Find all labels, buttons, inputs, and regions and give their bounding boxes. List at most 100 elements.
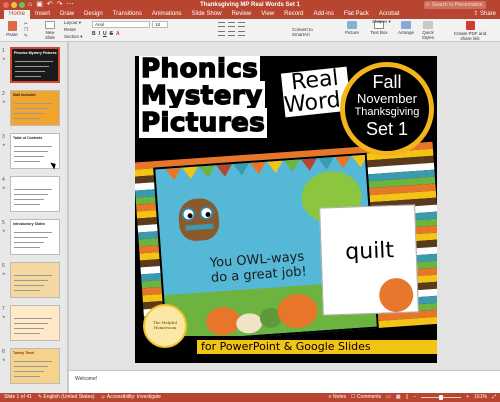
zoom-level[interactable]: 161%: [474, 393, 487, 402]
bullets-icon[interactable]: [218, 22, 225, 27]
bunting-flag: [182, 166, 199, 180]
slide-thumbnail[interactable]: 6 ★: [0, 261, 67, 301]
logo-text: The Helpful Homeroom: [153, 320, 177, 330]
search-input[interactable]: ⌕ Search in Presentation: [424, 1, 486, 9]
current-slide[interactable]: You OWL-ways do a great job! quilt Phoni…: [135, 56, 437, 363]
align-left-icon[interactable]: [218, 31, 225, 36]
thumbnail-text-line: [14, 237, 48, 238]
thumbnail-text-line: [14, 242, 44, 243]
bunting-flag: [250, 161, 267, 175]
thumbnail-text-line: [14, 199, 44, 200]
title-bar: ⌂ ▣ ↶ ↷ ⋯ Thanksgiving MP Real Words Set…: [0, 0, 500, 10]
zoom-slider[interactable]: [421, 395, 462, 400]
publisher-logo: The Helpful Homeroom: [143, 304, 187, 348]
thumbnail-number: 4: [2, 177, 5, 183]
font-color-icon[interactable]: A: [116, 31, 120, 37]
reset-button[interactable]: Reset: [64, 27, 76, 33]
thumbnail-text-line: [14, 285, 44, 286]
thumbnail-text-line: [14, 280, 48, 281]
fit-slide-icon[interactable]: ⤢: [492, 393, 496, 402]
picture-icon: [347, 21, 357, 29]
slide-thumbnail[interactable]: 5 ★ Introductory Slides: [0, 218, 67, 258]
numbering-icon[interactable]: [228, 22, 235, 27]
paste-button[interactable]: Paste: [4, 21, 20, 37]
picture-button[interactable]: Picture: [344, 21, 360, 35]
italic-button[interactable]: I: [99, 31, 100, 37]
paste-label: Paste: [6, 32, 18, 37]
section-button[interactable]: Section ▾: [64, 34, 83, 40]
align-center-icon[interactable]: [228, 31, 235, 36]
slide-thumbnail[interactable]: 1 ★ Phonics Mystery Pictures: [0, 46, 67, 86]
slide-thumbnail[interactable]: 8 ★ Turkey Time!: [0, 347, 67, 387]
tab-transitions[interactable]: Transitions: [108, 10, 147, 19]
arrange-button[interactable]: Arrange: [396, 21, 416, 35]
thumbnail-text-line: [14, 371, 44, 372]
bunting-flag: [216, 164, 233, 178]
create-pdf-button[interactable]: Create PDF and share link: [452, 21, 488, 41]
share-label: Share: [479, 11, 496, 17]
zoom-out-icon[interactable]: −: [413, 393, 416, 402]
slide-editor[interactable]: You OWL-ways do a great job! quilt Phoni…: [69, 42, 500, 370]
tab-design[interactable]: Design: [79, 10, 108, 19]
convert-smartart-button[interactable]: Convert to SmartArt: [292, 27, 318, 37]
thumbnail-text-line: [14, 113, 44, 114]
layout-button[interactable]: Layout ▾: [64, 20, 81, 26]
font-size-select[interactable]: 18: [152, 21, 168, 28]
quick-styles-button[interactable]: Quick Styles: [418, 21, 438, 40]
slide-thumbnail-panel[interactable]: 1 ★ Phonics Mystery Pictures 2 ★ Skill Includ…: [0, 42, 68, 393]
status-bar: Slide 1 of 41 ✎ English (United States) …: [0, 393, 500, 402]
zoom-in-icon[interactable]: +: [466, 393, 469, 402]
slide-thumbnail[interactable]: 7 ★: [0, 304, 67, 344]
tab-add-ins[interactable]: Add-ins: [309, 10, 339, 19]
new-slide-button[interactable]: New Slide: [40, 21, 60, 40]
notes-button[interactable]: ≡ Notes: [329, 393, 346, 402]
paste-icon: [7, 21, 17, 31]
thumbnail-title: Turkey Time!: [13, 351, 35, 355]
strikethrough-button[interactable]: S: [110, 31, 113, 37]
zoom-slider-knob[interactable]: [439, 395, 444, 400]
tab-acrobat[interactable]: Acrobat: [374, 10, 405, 19]
arrange-label: Arrange: [397, 30, 414, 35]
animation-star-icon: ★: [2, 99, 6, 104]
align-row: [218, 31, 245, 36]
indent-icon[interactable]: [238, 22, 245, 27]
word-card: quilt: [319, 204, 419, 316]
tab-insert[interactable]: Insert: [30, 10, 55, 19]
comments-button-label: Comments: [356, 394, 382, 400]
language-indicator[interactable]: ✎ English (United States): [38, 393, 95, 402]
tab-view[interactable]: View: [256, 10, 279, 19]
reading-view-icon[interactable]: ▯: [406, 393, 409, 402]
format-painter-icon[interactable]: ✎: [24, 33, 28, 39]
tab-slide-show[interactable]: Slide Show: [187, 10, 227, 19]
tab-record[interactable]: Record: [279, 10, 308, 19]
tab-draw[interactable]: Draw: [55, 10, 79, 19]
accessibility-button[interactable]: ☺ Accessibility: Investigate: [101, 393, 161, 402]
bunting-flag: [266, 160, 284, 174]
normal-view-icon[interactable]: ▭: [386, 393, 391, 402]
underline-button[interactable]: U: [103, 31, 107, 37]
share-button[interactable]: ⇪ Share: [473, 10, 496, 19]
tab-home[interactable]: Home: [4, 10, 31, 19]
tab-flat-pack[interactable]: Flat Pack: [339, 10, 374, 19]
quick-styles-label: Quick Styles: [421, 30, 435, 40]
font-name-select[interactable]: Arial: [92, 21, 150, 28]
title-line-2-text: Mystery: [139, 81, 265, 111]
slide-thumbnail[interactable]: 3 ★ Table of Contents: [0, 132, 67, 172]
reset-label: Reset: [64, 27, 76, 32]
slide-thumbnail[interactable]: 4 ★: [0, 175, 67, 215]
tab-animations[interactable]: Animations: [147, 10, 187, 19]
bold-button[interactable]: B: [92, 31, 96, 37]
accessibility-label: Accessibility: Investigate: [106, 394, 161, 400]
tab-review[interactable]: Review: [227, 10, 257, 19]
animation-star-icon: ★: [2, 56, 6, 61]
sorter-view-icon[interactable]: ▦: [396, 393, 401, 402]
shapes-button[interactable]: Shapes ▾: [372, 19, 391, 25]
thumbnail-text-line: [14, 232, 52, 233]
comments-button[interactable]: ☐ Comments: [351, 393, 381, 402]
slide-thumbnail[interactable]: 2 ★ Skill Included: [0, 89, 67, 129]
owl-scarf: [185, 223, 214, 231]
language-label: English (United States): [43, 394, 95, 400]
thumbnail-title: Phonics Mystery Pictures: [14, 51, 57, 55]
speaker-notes[interactable]: Welcome!: [69, 370, 500, 393]
align-right-icon[interactable]: [238, 31, 245, 36]
